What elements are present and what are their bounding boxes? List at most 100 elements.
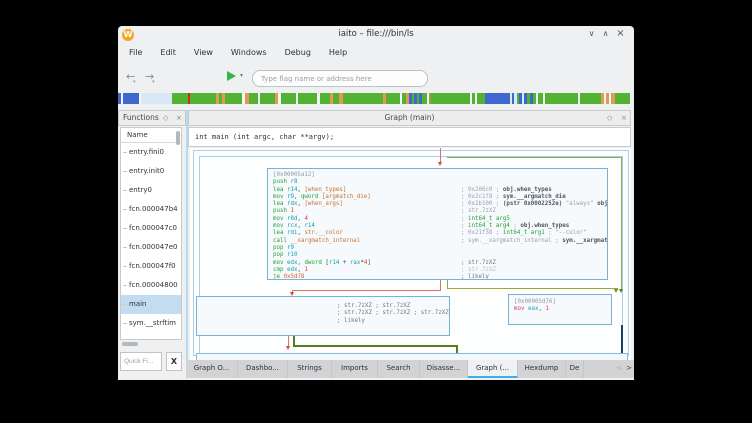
code-token: ; 0x2c1f8 ;	[461, 194, 503, 200]
close-icon[interactable]: ×	[614, 27, 627, 41]
close-panel-icon[interactable]: ×	[621, 111, 627, 126]
tab-graph[interactable]: Graph (...	[468, 360, 518, 378]
code-token: 1	[304, 267, 308, 273]
code-token: ,	[294, 194, 301, 200]
graph-panel-header[interactable]: Graph (main) ◇ ×	[188, 110, 631, 126]
function-list-item[interactable]: fcn.000047e0	[121, 238, 181, 257]
asm-line: ; str.7zXZ ; str.7zXZ ; str.7zXZ	[337, 310, 449, 317]
code-token: mov	[273, 260, 287, 266]
tab-scroll-left-icon[interactable]: <	[614, 360, 624, 378]
function-list-item[interactable]: entry0	[121, 181, 181, 200]
forward-caret-icon[interactable]: ▾	[152, 79, 155, 85]
function-list-item[interactable]: entry.fini0	[121, 143, 181, 162]
undock-icon[interactable]: ◇	[607, 111, 612, 126]
menu-item-file[interactable]: File	[120, 44, 151, 62]
function-list-item[interactable]: entry.init0	[121, 162, 181, 181]
undock-icon[interactable]: ◇	[163, 111, 168, 126]
nav-strip-segment	[343, 93, 383, 104]
nav-strip-segment	[431, 93, 470, 104]
edge-olive-true-h	[447, 288, 617, 289]
menu-item-view[interactable]: View	[185, 44, 222, 62]
graph-panel-title: Graph (main)	[385, 113, 435, 122]
code-token: r14	[287, 187, 297, 193]
tab-dashbo[interactable]: Dashbo...	[238, 360, 288, 378]
functions-panel-header[interactable]: Functions ◇ ×	[118, 110, 186, 126]
nav-strip-segment	[580, 93, 601, 104]
menu-item-edit[interactable]: Edit	[151, 44, 185, 62]
code-token: pop	[273, 252, 287, 258]
horizontal-scrollbar[interactable]	[122, 342, 138, 346]
app-window: W iaito – file:///bin/ls ∨ ∧ × FileEditV…	[118, 26, 634, 380]
function-list-item[interactable]: fcn.00004800	[121, 276, 181, 295]
tab-search[interactable]: Search	[378, 360, 420, 378]
basic-block-0x5d76[interactable]: [0x00005d76]mov eax, 1	[508, 294, 612, 325]
code-token: ; str.7zXZ	[461, 208, 496, 214]
code-token: mov	[273, 194, 287, 200]
memory-map-strip[interactable]	[118, 93, 630, 104]
functions-list: Name entry.fini0entry.init0entry0fcn.000…	[120, 127, 182, 340]
code-token: lea	[273, 230, 287, 236]
code-token: obj.when...	[597, 201, 608, 207]
function-list-item[interactable]: fcn.000047b4	[121, 200, 181, 219]
code-token: r8	[290, 179, 297, 185]
quick-filter-close-button[interactable]: X	[166, 352, 182, 371]
basic-block-0x5a12[interactable]: [0x00005a12]push r8lea r14, [when_types]…	[267, 168, 608, 280]
menu-item-windows[interactable]: Windows	[222, 44, 276, 62]
menu-item-help[interactable]: Help	[320, 44, 356, 62]
nav-strip-segment	[386, 93, 400, 104]
back-caret-icon[interactable]: ▾	[133, 79, 136, 85]
asm-line: pop r10	[273, 252, 607, 259]
nav-strip-segment	[172, 93, 188, 104]
minimize-icon[interactable]: ∨	[585, 27, 598, 41]
asm-line: mov edx, dword [r14 + rax*4]; str.7zXZ	[273, 260, 607, 267]
code-token: cmp	[273, 267, 287, 273]
code-token: obj.when_types	[520, 223, 569, 229]
asm-comment: ; str.7zXZ	[461, 208, 496, 215]
close-panel-icon[interactable]: ×	[176, 111, 182, 126]
search-input[interactable]	[252, 70, 428, 87]
tab-de[interactable]: De	[566, 360, 584, 378]
menu-item-debug[interactable]: Debug	[276, 44, 320, 62]
toolbar: ← ▾ → ▾ ▾	[118, 62, 634, 93]
function-list-item[interactable]: fcn.000047c0	[121, 219, 181, 238]
code-token: ; "--color"	[545, 230, 587, 236]
tab-hexdump[interactable]: Hexdump	[518, 360, 566, 378]
play-caret-icon[interactable]: ▾	[240, 72, 243, 79]
code-token: push	[273, 179, 290, 185]
tab-disasse[interactable]: Disasse...	[420, 360, 468, 378]
title-bar[interactable]: W iaito – file:///bin/ls ∨ ∧ ×	[118, 26, 634, 44]
asm-comment: ; 0x21f38 ; int64_t arg1 ; "--color"	[461, 230, 587, 237]
asm-line: ; likely	[337, 318, 449, 325]
function-list-item[interactable]: sym.__strftim	[121, 314, 181, 333]
graph-canvas[interactable]: [0x00005a12]push r8lea r14, [when_types]…	[190, 148, 631, 360]
function-list-item[interactable]: fcn.000047f0	[121, 257, 181, 276]
asm-comment: ; str.7zXZ	[461, 260, 496, 267]
function-list-item[interactable]: sym._xasp	[121, 333, 181, 340]
asm-line: lea rdx, [when_args]; 0x2b100 ; (pstr 0x…	[273, 201, 607, 208]
code-token: ; str.7zXZ ; str.7zXZ ; str.7zXZ	[337, 310, 449, 316]
play-icon[interactable]	[227, 71, 236, 81]
asm-line: lea r14, [when_types]; 0x206c0 ; obj.whe…	[273, 187, 607, 194]
tab-graph-o[interactable]: Graph O...	[186, 360, 238, 378]
nav-strip-segment	[123, 93, 139, 104]
code-token: ; str.7zXZ ; str.7zXZ	[337, 303, 410, 309]
maximize-icon[interactable]: ∧	[599, 27, 612, 41]
tab-imports[interactable]: Imports	[332, 360, 378, 378]
asm-line: cmp edx, 1; str.7zXZ	[273, 267, 607, 274]
asm-comment: ; 0x2b100 ; (pstr 0x0002252e) "always" o…	[461, 201, 608, 208]
asm-comment: ; sym.__xargmatch_internal ; sym.__xargm…	[461, 238, 608, 245]
code-token: ;	[461, 216, 468, 222]
basic-block-partial[interactable]	[196, 353, 628, 360]
function-list-item[interactable]: main	[121, 295, 181, 314]
code-token: je	[273, 274, 283, 280]
code-token: [0x00005d76]	[514, 299, 556, 305]
quick-filter-input[interactable]	[120, 352, 162, 371]
code-token: ; str.7zXZ	[461, 260, 496, 266]
asm-comment: ; str.7zXZ	[461, 267, 496, 274]
tab-strings[interactable]: Strings	[288, 360, 332, 378]
tab-scroll-right-icon[interactable]: >	[624, 360, 634, 378]
panel-splitter[interactable]	[186, 110, 188, 360]
basic-block-fallthrough[interactable]: ; str.7zXZ ; str.7zXZ; str.7zXZ ; str.7z…	[196, 296, 450, 336]
asm-comment: ; 0x206c0 ; obj.when_types	[461, 187, 552, 194]
functions-column-header[interactable]: Name	[121, 128, 181, 143]
